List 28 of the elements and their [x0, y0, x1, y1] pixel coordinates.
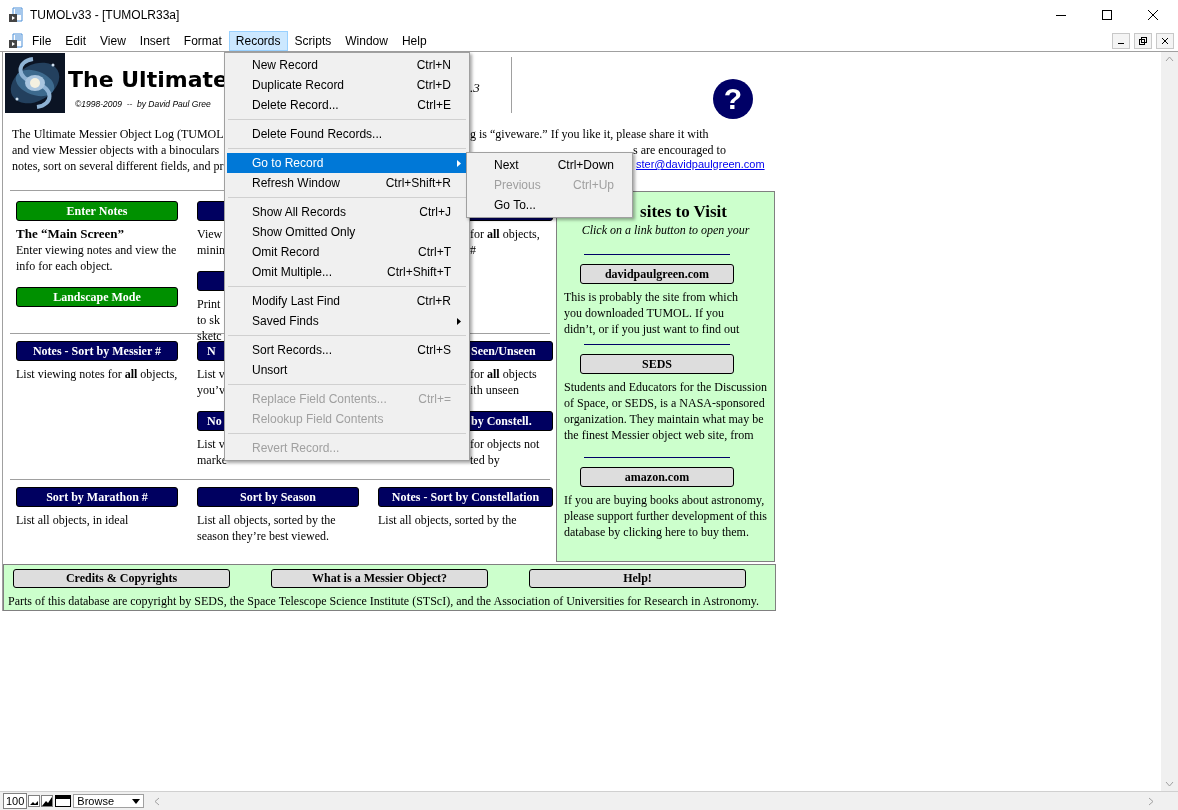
logo-title: The Ultimate	[68, 67, 228, 93]
description-text: List viewing notes for all objects,	[16, 366, 178, 382]
description-text: Enter viewing notes and view the info for each object.	[16, 242, 177, 274]
description-text: List all objects, sorted by the season they’re best viewed.	[197, 512, 336, 544]
intro-text: notes, sort on several different fields, and pr	[12, 159, 224, 173]
intro-text: g is “giveware.” If you like it, please share it with	[470, 126, 709, 142]
window-title: TUMOLv33 - [TUMOLR33a]	[30, 8, 180, 22]
section-heading: The “Main Screen”	[16, 226, 126, 242]
description-text: List all objects, in ideal	[16, 512, 129, 528]
site-description: If you are buying books about astronomy, please support further development of this database by clicking here to buy them.	[564, 492, 768, 540]
panel-title: sites to Visit	[640, 202, 727, 221]
description-text: Print to sk sketc	[197, 296, 222, 344]
description-text: for all objects ith unseen	[470, 366, 537, 398]
description-text: View minin	[197, 226, 225, 258]
version-text: .3	[470, 80, 480, 95]
description-text: List all objects, sorted by the	[378, 512, 517, 528]
description-text: for all objects, #	[470, 226, 540, 258]
site-description: Students and Educators for the Discussion of Space, or SEDS, is a NASA-sponsored organization. They maintain what may be the finest Messier object web site, from	[564, 379, 768, 443]
credit-text: ©1998-2009 -- by David Paul Gree	[75, 99, 211, 109]
site-description: This is probably the site from which you downloaded TUMOL. If you didn’t, or if you just want to find out	[564, 289, 741, 337]
intro-text: s are encouraged to	[633, 142, 726, 158]
description-text: List v you’v	[197, 366, 225, 398]
intro-text: and view Messier objects with a binoculars	[12, 143, 220, 157]
description-text: for objects not ted by	[470, 436, 540, 468]
description-text: List v marke	[197, 436, 227, 468]
intro-text: The Ultimate Messier Object Log (TUMOL	[12, 127, 224, 141]
panel-subtitle: Click on a link button to open your	[581, 223, 750, 237]
copyright-note: Parts of this database are copyright by SEDS, the Space Telescope Science Institute (STScI), and the Association of Universities for Research in Astronomy.	[8, 593, 759, 609]
